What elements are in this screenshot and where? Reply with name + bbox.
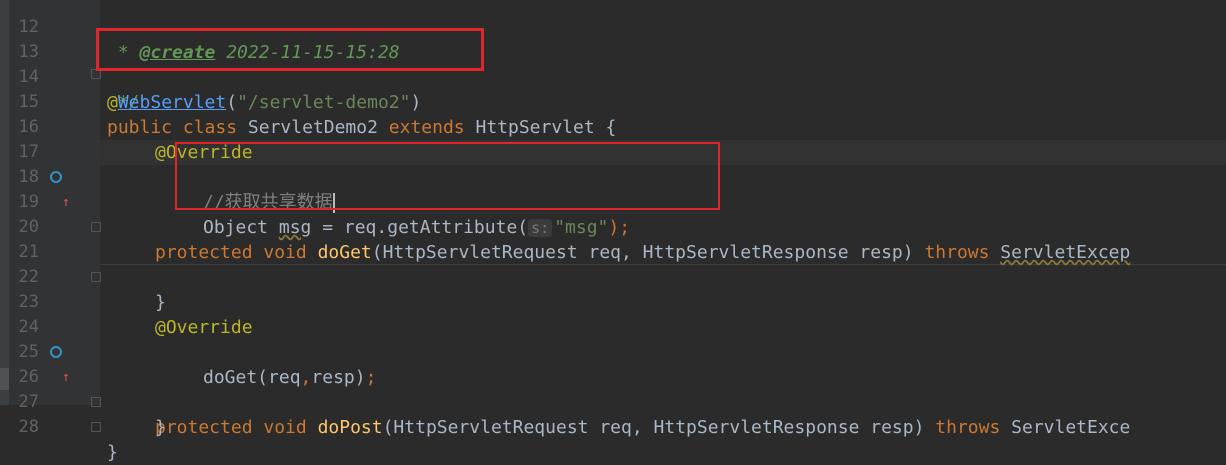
code-line[interactable]: 16 @Override [0,90,1226,163]
closing-brace: } [155,417,166,438]
annotation-highlight-box [96,28,484,71]
params: (HttpServletRequest req, HttpServletResp… [382,417,936,438]
fold-icon[interactable] [91,422,101,432]
code-line[interactable]: 12 * @create 2022-11-15-15:28 [0,0,1226,63]
code-text[interactable]: } [155,415,166,440]
keyword: protected void [155,417,318,438]
code-line[interactable]: 21 } [0,215,1226,313]
code-line[interactable]: 27 } [0,365,1226,463]
code-line[interactable]: 22 [0,240,1226,287]
code-text[interactable]: protected void doPost(HttpServletRequest… [155,415,1130,440]
code-highlight-box [175,142,720,210]
method-name: doPost [317,417,383,438]
code-line[interactable]: 28 [0,390,1226,437]
code-line[interactable]: 17 ↑ protected void doGet(HttpServletReq… [0,115,1226,263]
code-text[interactable]: } [107,440,118,465]
code-line[interactable]: 23 @Override [0,265,1226,338]
code-line[interactable]: 25 doGet(req,resp); [0,315,1226,388]
exception-type: ServletExce [1011,417,1131,438]
keyword: throws [935,417,1012,438]
closing-brace: } [107,442,118,463]
code-line[interactable]: 24 ↑ protected void doPost(HttpServletRe… [0,290,1226,438]
code-line[interactable]: 26 } [0,340,1226,438]
line-number: 28 [18,417,39,437]
